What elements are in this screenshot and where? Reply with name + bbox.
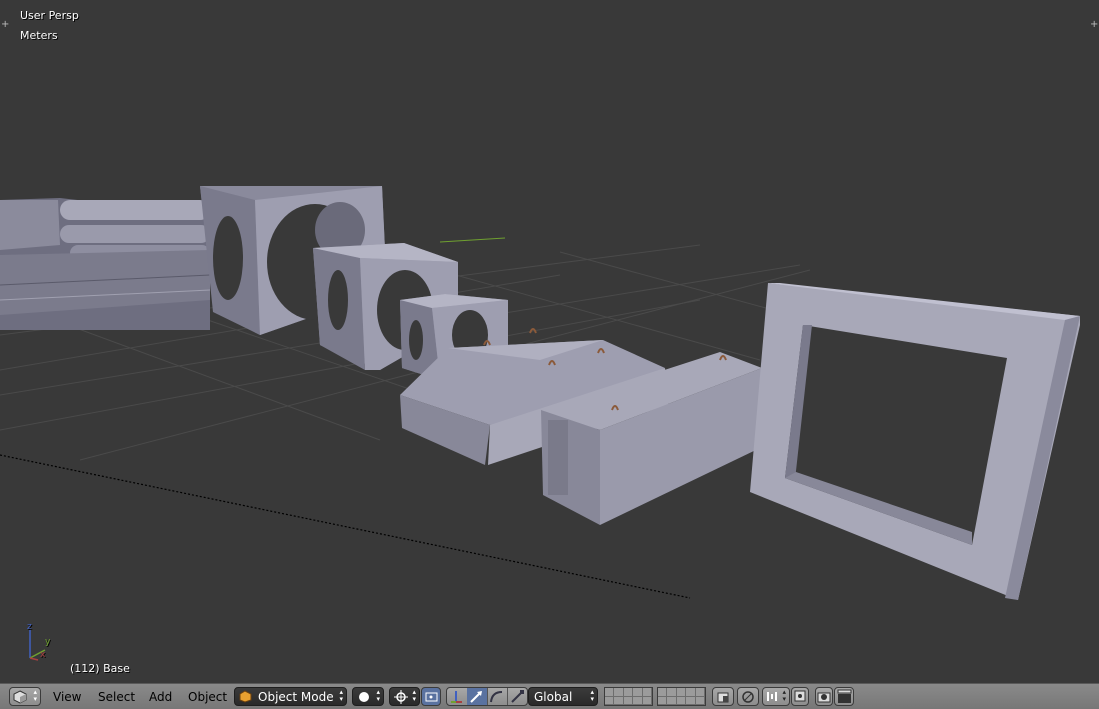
z-axis-label: z bbox=[27, 622, 32, 632]
view-name-label: User Persp bbox=[20, 9, 79, 22]
menu-add[interactable]: Add bbox=[149, 690, 172, 704]
proportional-editing-button[interactable] bbox=[737, 687, 759, 706]
manipulator-toggle-button[interactable] bbox=[447, 688, 468, 705]
mode-selector[interactable]: Object Mode ▴ ▾ bbox=[234, 687, 347, 706]
rotate-manipulator-button[interactable] bbox=[487, 688, 508, 705]
region-toggle-left-icon[interactable]: + bbox=[1, 20, 9, 30]
x-axis-label: x bbox=[40, 650, 46, 660]
y-axis-line bbox=[439, 237, 506, 243]
snap-arrows-icon: ▴ ▾ bbox=[782, 688, 786, 703]
scene-canvas[interactable] bbox=[0, 0, 1099, 683]
snap-magnet-icon bbox=[794, 690, 806, 702]
editor-type-button[interactable]: ▴ ▾ bbox=[9, 687, 41, 706]
object-mode-cube-icon bbox=[239, 690, 252, 703]
snap-element-selector[interactable]: ▴ ▾ bbox=[762, 687, 790, 706]
scale-manipulator-button[interactable] bbox=[507, 688, 528, 705]
rotate-arc-icon bbox=[490, 691, 503, 703]
scene-layers-grid-a[interactable] bbox=[604, 687, 653, 706]
lock-camera-layers-button[interactable] bbox=[712, 687, 734, 706]
menu-object[interactable]: Object bbox=[188, 690, 227, 704]
lock-layers-icon bbox=[717, 692, 729, 703]
y-axis-label: y bbox=[45, 637, 51, 647]
orientation-arrows-icon: ▴ ▾ bbox=[590, 688, 594, 703]
pivot-point-button[interactable]: ▴ ▾ bbox=[389, 687, 420, 706]
region-toggle-right-icon[interactable]: + bbox=[1090, 20, 1098, 30]
opengl-render-animation-button[interactable] bbox=[834, 687, 854, 706]
orientation-label: Global bbox=[534, 690, 573, 704]
menu-view[interactable]: View bbox=[53, 690, 81, 704]
3d-view-cube-icon bbox=[13, 690, 27, 704]
snap-toggle-button[interactable] bbox=[791, 687, 809, 706]
proportional-edit-icon bbox=[742, 691, 754, 703]
scale-arrow-icon bbox=[511, 690, 524, 703]
translate-manipulator-button[interactable] bbox=[467, 688, 488, 705]
solid-shading-sphere-icon bbox=[359, 692, 369, 702]
mode-label: Object Mode bbox=[258, 690, 334, 704]
snap-increment-icon bbox=[767, 692, 777, 701]
menu-select[interactable]: Select bbox=[98, 690, 135, 704]
center-points-icon bbox=[425, 692, 438, 702]
shading-arrows-icon: ▴ ▾ bbox=[376, 688, 380, 703]
window-frame[interactable] bbox=[750, 283, 1080, 600]
mode-arrows-icon: ▴ ▾ bbox=[339, 688, 343, 703]
pivot-point-icon bbox=[394, 690, 408, 704]
pivot-arrows-icon: ▴ ▾ bbox=[412, 688, 416, 703]
manipulate-center-points-button[interactable] bbox=[421, 687, 441, 706]
editor-type-arrows-icon: ▴ ▾ bbox=[33, 688, 37, 703]
clapperboard-icon bbox=[837, 689, 852, 703]
transform-orientation-selector[interactable]: Global ▴ ▾ bbox=[528, 687, 598, 706]
3d-view-header: ▴ ▾ View Select Add Object Object Mode ▴ ▾… bbox=[0, 683, 1099, 709]
pipe-assembly[interactable] bbox=[0, 198, 211, 330]
scene-layers-grid-b[interactable] bbox=[657, 687, 706, 706]
viewport-shading-button[interactable]: ▴ ▾ bbox=[352, 687, 384, 706]
units-label: Meters bbox=[20, 29, 58, 42]
camera-render-icon bbox=[817, 692, 831, 703]
opengl-render-button[interactable] bbox=[815, 687, 833, 706]
manipulator-icon bbox=[451, 691, 462, 703]
transform-manipulator-group bbox=[446, 687, 528, 706]
3d-viewport[interactable]: User Persp Meters (112) Base z y x + + bbox=[0, 0, 1099, 683]
translate-arrow-icon bbox=[470, 691, 482, 703]
object-info-label: (112) Base bbox=[70, 662, 130, 675]
